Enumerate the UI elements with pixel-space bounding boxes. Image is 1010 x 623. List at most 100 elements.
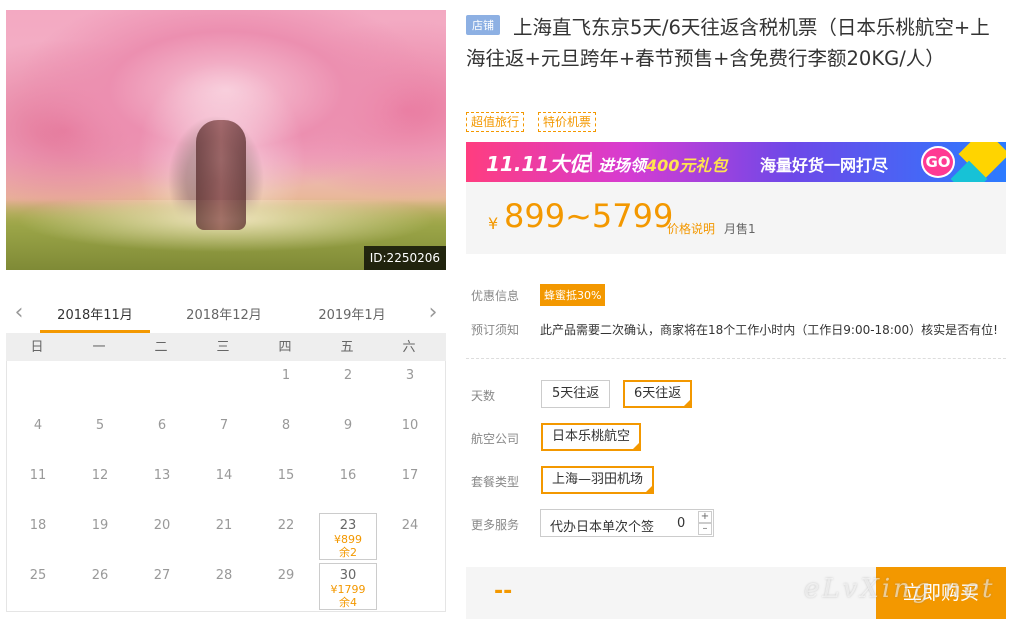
calendar-empty-cell [7,361,69,411]
calendar-day-number: 3 [405,368,415,383]
price-range: 899~5799 [504,197,674,235]
calendar-day-number: 20 [153,518,171,533]
calendar-day-number: 21 [215,518,233,533]
calendar-day: 13 [131,461,193,511]
calendar-day: 17 [379,461,441,511]
calendar-day-number: 17 [401,468,419,483]
date-calendar: ‹ 2018年11月 2018年12月 2019年1月 › 日一二三四五六 12… [6,296,446,612]
tab-month-1[interactable]: 2018年11月 [40,304,150,333]
calendar-day: 27 [131,561,193,611]
weekday-label: 五 [340,340,354,355]
calendar-day: 25 [7,561,69,611]
package-label: 套餐类型 [471,475,520,489]
calendar-empty-cell [131,361,193,411]
calendar-day-number: 1 [281,368,291,383]
calendar-day: 10 [379,411,441,461]
calendar-day-number: 2 [343,368,353,383]
airline-label: 航空公司 [471,432,520,446]
calendar-day-number: 11 [29,468,47,483]
quantity-increase-button[interactable]: + [698,511,712,523]
calendar-day: 12 [69,461,131,511]
calendar-day: 16 [317,461,379,511]
calendar-day-number: 14 [215,468,233,483]
calendar-day: 29 [255,561,317,611]
calendar-empty-cell [193,361,255,411]
calendar-empty-cell [69,361,131,411]
service-visa-stepper: 代办日本单次个签 0 + – [540,509,714,537]
calendar-day-number: 25 [29,568,47,583]
option-5-days[interactable]: 5天往返 [541,380,611,408]
weekday-label: 一 [92,340,106,355]
calendar-day: 7 [193,411,255,461]
calendar-day-number: 29 [277,568,295,583]
total-price: -- [494,579,513,604]
calendar-day: 26 [69,561,131,611]
calendar-weekday-header: 日一二三四五六 [6,334,446,361]
tag-special-ticket[interactable]: 特价机票 [538,112,597,132]
promo-big-text: 11.11大促 [486,152,590,176]
weekday-label: 四 [278,340,292,355]
calendar-day: 14 [193,461,255,511]
service-quantity[interactable]: 0 [677,516,685,531]
calendar-day: 1 [255,361,317,411]
calendar-day: 19 [69,511,131,561]
calendar-day: 24 [379,511,441,561]
quantity-decrease-button[interactable]: – [698,523,712,535]
calendar-day: 5 [69,411,131,461]
calendar-day: 4 [7,411,69,461]
calendar-month-tabs: ‹ 2018年11月 2018年12月 2019年1月 › [6,296,446,334]
service-name: 代办日本单次个签 [550,520,655,535]
calendar-day: 6 [131,411,193,461]
calendar-day-number: 19 [91,518,109,533]
calendar-day-number: 30 [339,568,357,583]
weekday-label: 日 [30,340,44,355]
chevron-right-icon[interactable]: › [422,300,444,326]
promo-go-button[interactable]: GO [921,146,955,178]
option-airline-peach[interactable]: 日本乐桃航空 [541,423,642,451]
calendar-day: 2 [317,361,379,411]
product-title: 上海直飞东京5天/6天往返含税机票（日本乐桃航空+上海往返+元旦跨年+春节预售+… [466,16,990,70]
calendar-day-number: 4 [33,418,43,433]
discount-badge: 蜂蜜抵30% [540,284,606,306]
calendar-day: 3 [379,361,441,411]
calendar-day-number: 9 [343,418,353,433]
calendar-day-number: 23 [339,518,357,533]
promo-banner[interactable]: 11.11大促 进场领400元礼包 海量好货一网打尽 GO [466,142,1006,182]
tag-value-travel[interactable]: 超值旅行 [466,112,525,132]
calendar-day-available[interactable]: 30 ¥1799 余4 [319,563,377,610]
calendar-day-price: ¥1799 [330,583,366,596]
calendar-day-number: 26 [91,568,109,583]
chevron-left-icon[interactable]: ‹ [8,300,30,326]
calendar-day-number: 16 [339,468,357,483]
section-divider [466,358,1006,359]
calendar-day-number: 28 [215,568,233,583]
buy-now-button[interactable]: 立即购买 [876,567,1006,619]
calendar-day-price: ¥899 [334,533,362,546]
image-id-tag: ID:2250206 [363,246,446,270]
calendar-day-number: 7 [219,418,229,433]
weekday-label: 三 [216,340,230,355]
tab-month-3[interactable]: 2019年1月 [297,304,407,323]
image-tree-trunk [196,120,246,230]
calendar-day-number: 8 [281,418,291,433]
calendar-day-number: 15 [277,468,295,483]
service-label: 更多服务 [471,518,520,532]
promo-tail-text: 海量好货一网打尽 [760,156,889,175]
price-explain-link[interactable]: 价格说明 [667,220,715,237]
notice-label: 预订须知 [471,323,520,337]
calendar-day-stock: 余2 [339,546,357,559]
calendar-day: 20 [131,511,193,561]
tab-month-2[interactable]: 2018年12月 [169,304,279,323]
calendar-day-number: 24 [401,518,419,533]
calendar-day-number: 10 [401,418,419,433]
calendar-day-number: 6 [157,418,167,433]
calendar-day-number: 22 [277,518,295,533]
weekday-label: 二 [154,340,168,355]
price-currency: ¥ [488,214,499,233]
calendar-day-available[interactable]: 23 ¥899 余2 [319,513,377,560]
option-6-days[interactable]: 6天往返 [623,380,693,408]
option-package-haneda[interactable]: 上海—羽田机场 [541,466,655,494]
weekday-label: 六 [402,340,416,355]
calendar-day: 8 [255,411,317,461]
calendar-day-grid: 1 2 3 4 5 6 7 8 9 10 11 12 13 14 15 16 17 18 19 20 21 22 23 ¥89… [6,361,446,612]
